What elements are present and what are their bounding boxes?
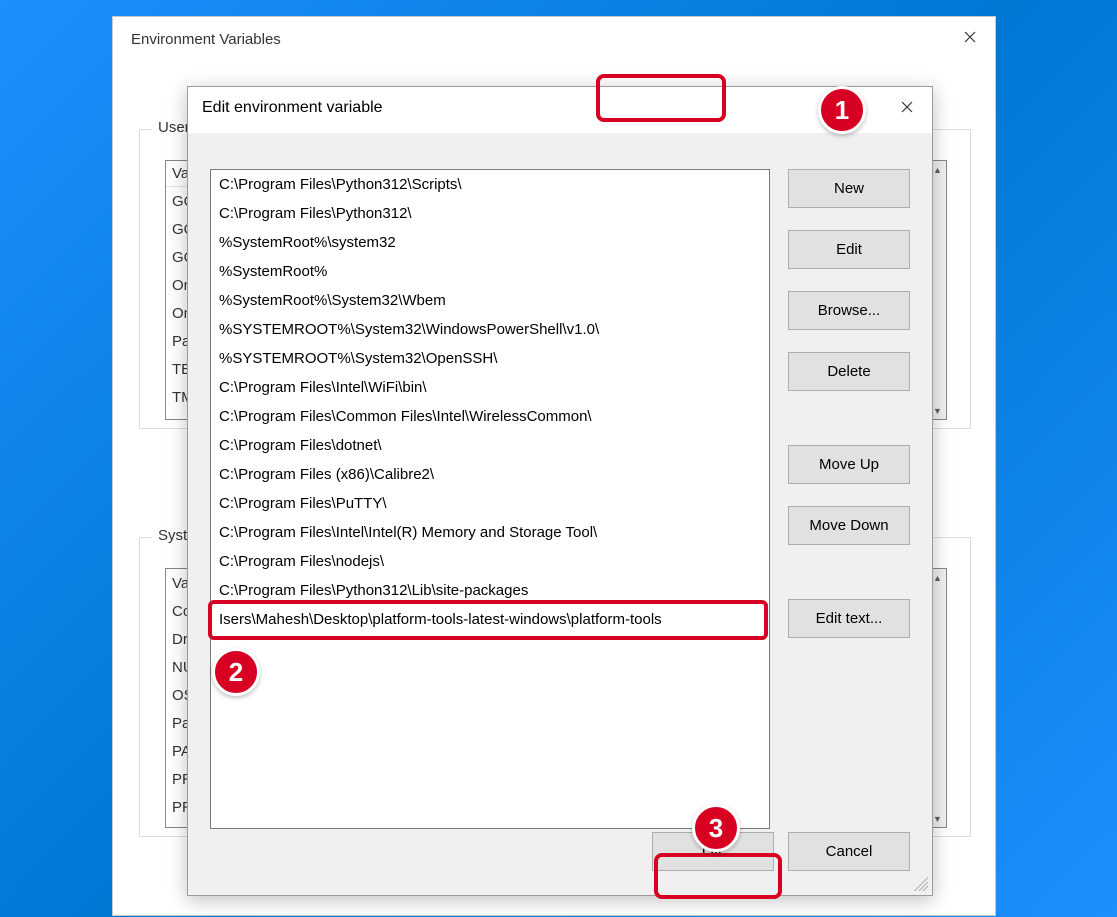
path-entry[interactable]: %SystemRoot%\system32 [211,228,769,257]
path-entry[interactable]: Isers\Mahesh\Desktop\platform-tools-late… [211,605,769,634]
path-entry[interactable]: C:\Program Files (x86)\Calibre2\ [211,460,769,489]
dialog-titlebar[interactable]: Edit environment variable [188,87,932,129]
path-entry[interactable]: C:\Program Files\Intel\Intel(R) Memory a… [211,518,769,547]
path-entry[interactable]: %SystemRoot% [211,257,769,286]
edit-text-button[interactable]: Edit text... [788,599,910,638]
delete-button[interactable]: Delete [788,352,910,391]
path-entry[interactable]: %SYSTEMROOT%\System32\OpenSSH\ [211,344,769,373]
close-button[interactable] [882,87,932,127]
path-entry[interactable]: C:\Program Files\nodejs\ [211,547,769,576]
path-entries-list[interactable]: C:\Program Files\Python312\Scripts\C:\Pr… [210,169,770,829]
dialog-title: Environment Variables [113,17,995,58]
path-entry[interactable]: C:\Program Files\Python312\ [211,199,769,228]
resize-grip-icon[interactable] [914,877,928,891]
path-entry[interactable]: C:\Program Files\Intel\WiFi\bin\ [211,373,769,402]
edit-environment-variable-dialog: Edit environment variable C:\Program Fil… [187,86,933,896]
path-entry[interactable]: C:\Program Files\Python312\Lib\site-pack… [211,576,769,605]
path-entry[interactable]: C:\Program Files\PuTTY\ [211,489,769,518]
path-entry[interactable]: C:\Program Files\dotnet\ [211,431,769,460]
side-button-column: New Edit Browse... Delete Move Up Move D… [788,169,910,638]
close-button[interactable] [945,17,995,57]
path-entry[interactable]: %SystemRoot%\System32\Wbem [211,286,769,315]
move-down-button[interactable]: Move Down [788,506,910,545]
path-entry[interactable]: %SYSTEMROOT%\System32\WindowsPowerShell\… [211,315,769,344]
move-up-button[interactable]: Move Up [788,445,910,484]
dialog-title: Edit environment variable [188,99,383,117]
dialog-body: C:\Program Files\Python312\Scripts\C:\Pr… [188,133,932,895]
ok-button[interactable]: OK [652,832,774,871]
path-entry[interactable]: C:\Program Files\Common Files\Intel\Wire… [211,402,769,431]
cancel-button[interactable]: Cancel [788,832,910,871]
browse-button[interactable]: Browse... [788,291,910,330]
edit-button[interactable]: Edit [788,230,910,269]
new-button[interactable]: New [788,169,910,208]
path-entry[interactable]: C:\Program Files\Python312\Scripts\ [211,170,769,199]
dialog-bottom-buttons: OK Cancel [652,832,910,871]
